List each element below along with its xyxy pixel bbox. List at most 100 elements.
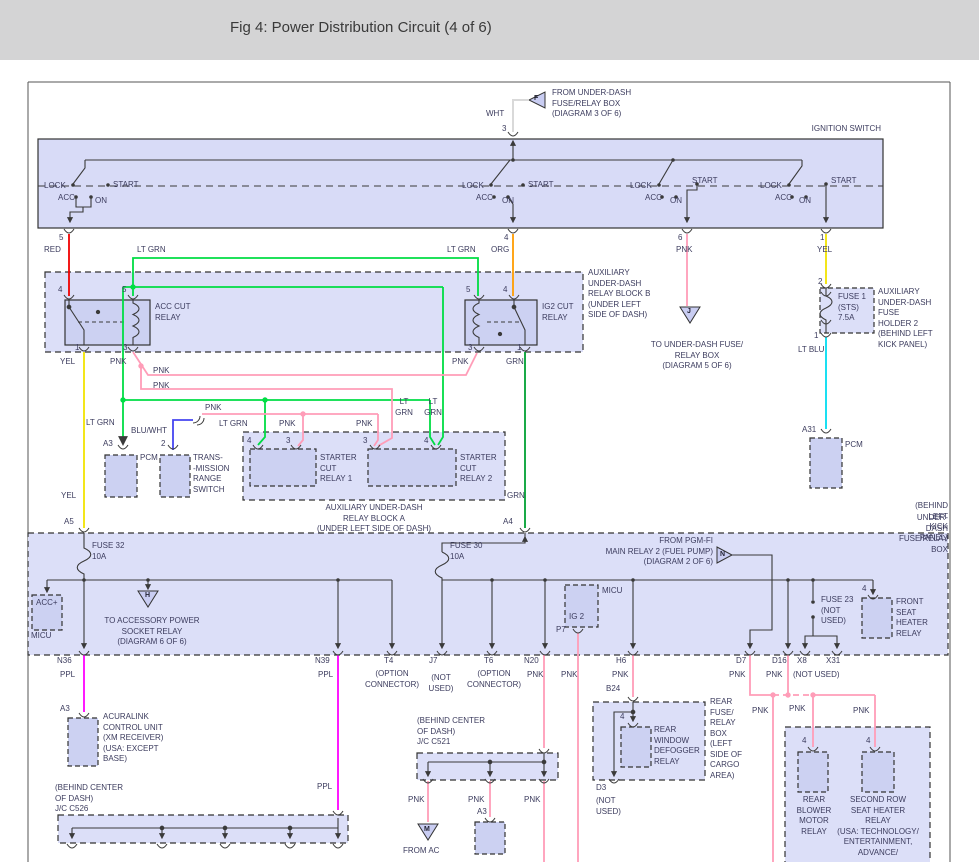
pcm-label: PCM [140,453,158,464]
starter-cut-relay-2-label: STARTER CUT RELAY 2 [460,453,497,485]
pin-5: 5 [59,233,63,244]
pin-a3: A3 [477,807,487,818]
pin-a5: A5 [64,517,74,528]
wire-label-pnk: PNK [356,419,372,430]
wire-label-yel: YEL [61,491,76,502]
pin-4: 4 [866,736,870,747]
ign-acc-2: ACC [476,193,493,204]
wire-label-pnk: PNK [452,357,468,368]
pin-4: 4 [424,436,428,447]
pin-3: 3 [123,343,127,354]
pin-5: 5 [122,285,126,296]
pin-b24: B24 [606,684,620,695]
ign-start-2: START [528,180,553,191]
wire-label-wht: WHT [486,109,504,120]
ign-acc-4: ACC [775,193,792,204]
wire-label-pnk: PNK [527,670,543,681]
pin-4: 4 [503,285,507,296]
wire-label-ltblu: LT BLU [798,345,824,356]
wire-label-org: ORG [491,245,509,256]
wire-label-red: RED [44,245,61,256]
ignition-switch-label: IGNITION SWITCH [812,124,881,135]
pin-1: 1 [75,343,79,354]
ign-acc-1: ACC [58,193,75,204]
wire-label-pnk: PNK [789,704,805,715]
pin-6: 6 [678,233,682,244]
inline-connector [193,416,204,425]
pin-p7: P7 [556,625,566,636]
pin-4: 4 [247,436,251,447]
pin-4: 4 [620,712,624,723]
acuralink-label: ACURALINK CONTROL UNIT (XM RECEIVER) (US… [103,712,163,765]
relay-block-b-label: AUXILIARY UNDER-DASH RELAY BLOCK B (UNDE… [588,268,650,321]
pin-a4: A4 [503,517,513,528]
option-connector-note: (OPTION CONNECTOR) [467,669,521,690]
triangle-j-letter: J [687,308,691,316]
option-connector-note: (OPTION CONNECTOR) [365,669,419,690]
wire-label-pnk: PNK [205,403,221,414]
triangle-h-letter: H [145,592,150,600]
pin-d7: D7 [736,656,746,667]
not-used-note: (NOT USED) [429,673,454,694]
fuse-30-label: FUSE 30 10A [450,541,482,562]
wire-label-pnk: PNK [612,670,628,681]
micu-label: MICU [602,586,622,597]
wire-label-pnk: PNK [408,795,424,806]
pin-1: 1 [820,233,824,244]
wire-label-ltgrn: LT GRN [447,245,476,256]
pin-2: 2 [818,277,822,288]
component-boxes [28,139,948,862]
pin-3: 3 [468,343,472,354]
pin-2: 2 [161,439,165,450]
ign-start-1: START [113,180,138,191]
wire-label-bluwht: BLU/WHT [131,426,167,437]
wire-label-pnk: PNK [676,245,692,256]
pcm-label: PCM [845,440,863,451]
wire-label-yel: YEL [817,245,832,256]
triangle-n-letter: N [720,551,725,559]
wire-label-ppl: PPL [60,670,75,681]
ign-lock-3: LOCK [630,181,652,192]
pin-a3: A3 [103,439,113,450]
pin-d16: D16 [772,656,787,667]
starter-cut-relay-1-label: STARTER CUT RELAY 1 [320,453,357,485]
pin-a31: A31 [802,425,816,436]
ign-start-3: START [692,176,717,187]
to-accessory-socket-note: TO ACCESSORY POWER SOCKET RELAY (DIAGRAM… [104,616,199,648]
from-ac-note: FROM AC [403,846,439,857]
wire-label-pnk: PNK [524,795,540,806]
wire-label-ppl: PPL [318,670,333,681]
not-used-note: (NOT USED) [793,670,840,681]
pin-h6: H6 [616,656,626,667]
not-used-note: (NOT USED) [596,796,621,817]
micu-label: MICU [31,631,51,642]
wire-label-pnk: PNK [853,706,869,717]
wire-label-pnk: PNK [468,795,484,806]
rear-window-defogger-relay-label: REAR WINDOW DEFOGGER RELAY [654,725,700,767]
ig2-label: IG 2 [569,612,584,623]
ign-on-4: ON [799,196,811,207]
wire-label-grn: GRN [506,357,524,368]
pin-n36: N36 [57,656,72,667]
ig2-cut-relay-label: IG2 CUT RELAY [542,302,574,323]
relay-block-a-label: AUXILIARY UNDER-DASH RELAY BLOCK A (UNDE… [317,503,431,535]
acc-cut-relay-label: ACC CUT RELAY [155,302,191,323]
wire-label-grn: GRN [507,491,525,502]
pin-t4: T4 [384,656,393,667]
ign-lock-1: LOCK [44,181,66,192]
pin-d3: D3 [596,783,606,794]
fuse-1-label: FUSE 1 (STS) 7.5A [838,292,866,324]
pin-3: 3 [502,124,506,135]
pin-5: 5 [466,285,470,296]
ign-on-3: ON [670,196,682,207]
front-seat-heater-relay-label: FRONT SEAT HEATER RELAY [896,597,928,639]
pin-1: 1 [814,331,818,342]
ign-lock-4: LOCK [760,181,782,192]
wire-label-ltgrn: LT GRN [86,418,115,429]
pin-4: 4 [58,285,62,296]
triangle-m-letter: M [424,826,430,834]
from-underdash-note: FROM UNDER-DASH FUSE/RELAY BOX (DIAGRAM … [552,88,631,120]
jc-c521-label: (BEHIND CENTER OF DASH) J/C C521 [417,716,485,748]
ign-on-1: ON [95,196,107,207]
pin-3: 3 [286,436,290,447]
